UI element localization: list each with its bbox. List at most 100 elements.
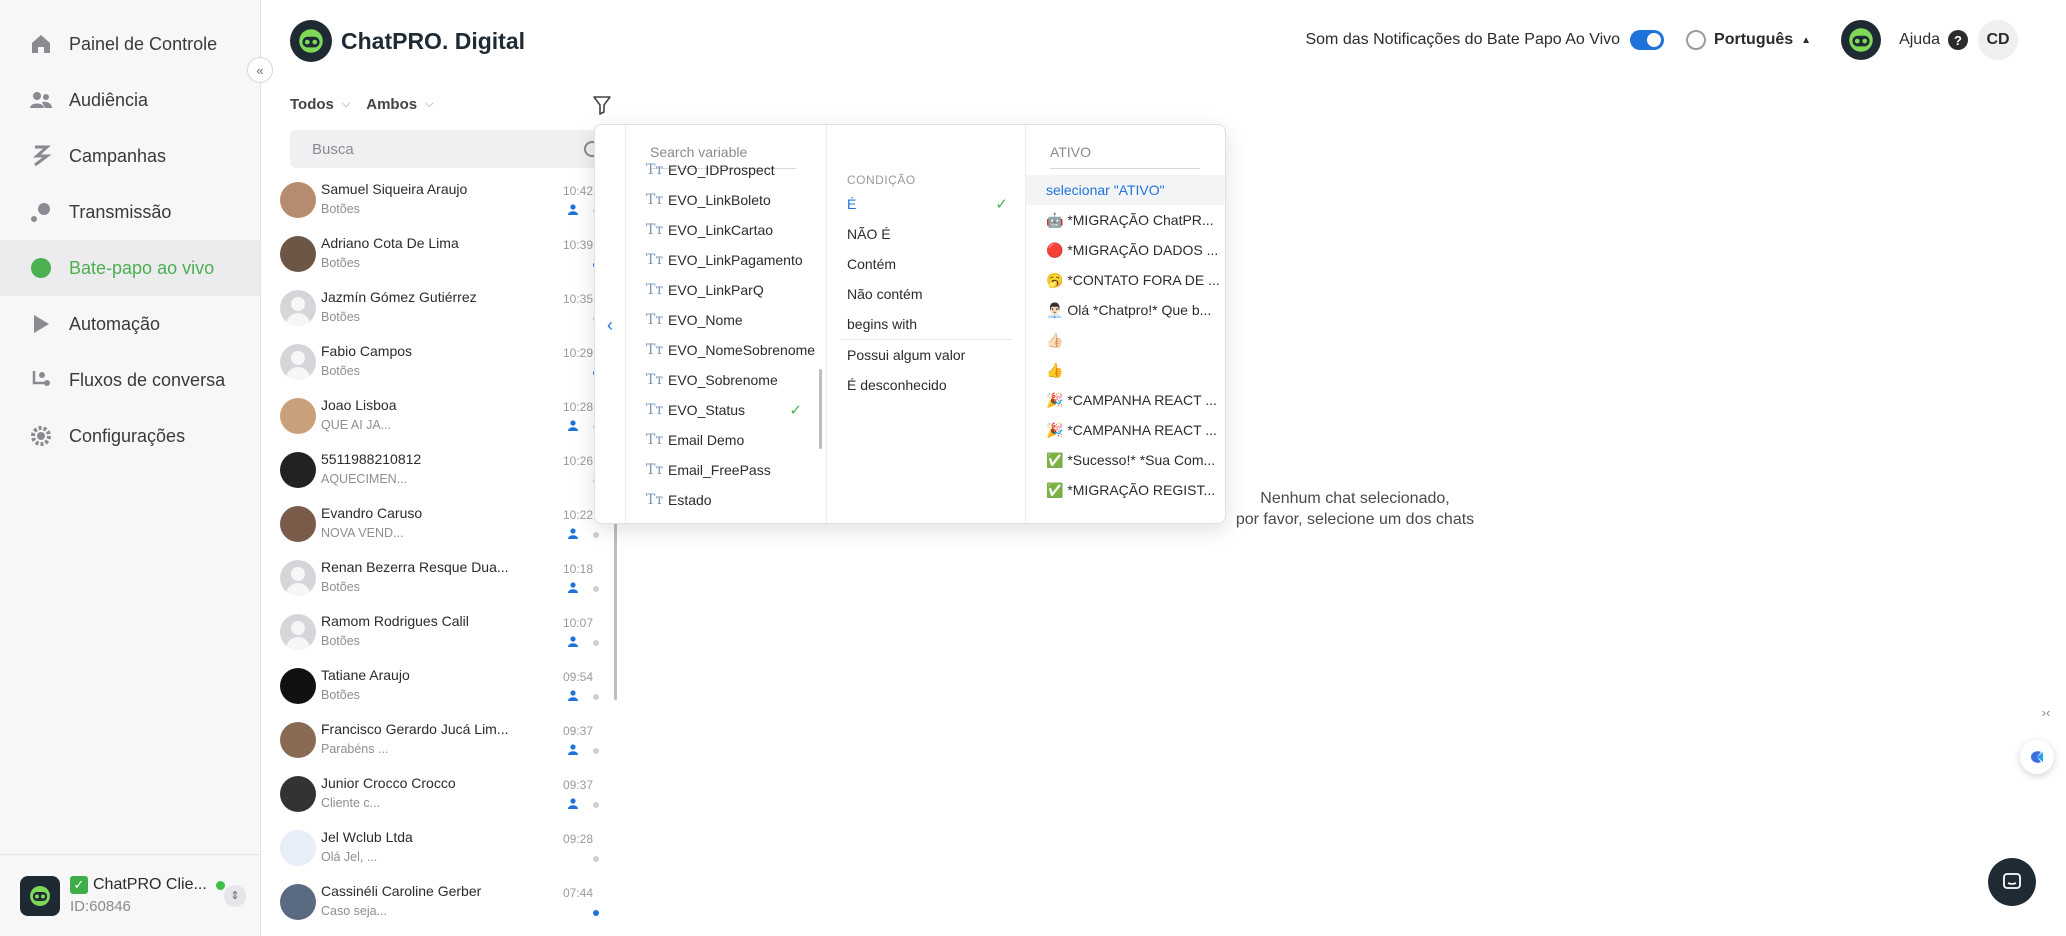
- chat-list-item[interactable]: Ramom Rodrigues Calil Botões 10:07: [278, 607, 602, 661]
- support-chat-button[interactable]: [1988, 858, 2036, 906]
- help-icon[interactable]: ?: [1948, 30, 1968, 50]
- value-list: selecionar "ATIVO" 🤖 *MIGRAÇÃO ChatPR... 🔴…: [1026, 175, 1225, 505]
- avatar-placeholder-icon: [280, 560, 316, 596]
- filter-funnel-icon[interactable]: [592, 94, 612, 116]
- account-expand-icon[interactable]: ⇕: [224, 884, 246, 907]
- chat-list-item[interactable]: Junior Crocco Crocco Cliente c... 09:37: [278, 769, 602, 823]
- message-time: 10:07: [563, 616, 594, 630]
- chat-list-item[interactable]: Cassinéli Caroline Gerber Caso seja... 07:…: [278, 877, 602, 931]
- collapse-sidebar-button[interactable]: «: [247, 57, 273, 83]
- nav-item-campanhas[interactable]: Campanhas: [0, 128, 260, 184]
- chat-list-item[interactable]: Evandro Caruso NOVA VEND... 10:22: [278, 499, 602, 553]
- condition-option[interactable]: NÃO É: [827, 219, 1026, 249]
- value-option[interactable]: ✅ *Sucesso!* *Sua Com...: [1026, 445, 1225, 475]
- variable-option[interactable]: Tт Estado: [626, 485, 816, 515]
- contact-name: Tatiane Araujo: [321, 667, 410, 683]
- empty-chat-state: Nenhum chat selecionado, por favor, sele…: [1190, 488, 1520, 530]
- chat-list-item[interactable]: 5511988210812 AQUECIMEN... 10:26: [278, 445, 602, 499]
- check-icon: ✓: [70, 876, 88, 894]
- last-message-preview: QUE AI JA...: [321, 418, 392, 432]
- bot-avatar[interactable]: [1841, 20, 1882, 60]
- chevron-down-icon[interactable]: ⌵: [425, 98, 433, 111]
- help-link[interactable]: Ajuda: [1899, 31, 1940, 49]
- nav-item-configura-es[interactable]: Configurações: [0, 408, 260, 464]
- message-time: 07:44: [563, 886, 594, 900]
- nav-label: Audiência: [69, 89, 149, 110]
- variable-name: EVO_Sobrenome: [668, 372, 778, 388]
- chevron-down-icon[interactable]: ⌵: [342, 98, 350, 111]
- text-type-icon: Tт: [646, 192, 664, 208]
- nav-item-fluxos-de-conversa[interactable]: Fluxos de conversa: [0, 352, 260, 408]
- variable-option[interactable]: Tт EVO_Sobrenome: [626, 365, 816, 395]
- nav-item-audi-ncia[interactable]: Audiência: [0, 72, 260, 128]
- variable-option[interactable]: Tт EVO_Nome: [626, 305, 816, 335]
- variable-list-scrollbar[interactable]: [819, 369, 822, 449]
- value-option[interactable]: 🤖 *MIGRAÇÃO ChatPR...: [1026, 205, 1225, 235]
- value-option[interactable]: 👍🏻: [1026, 325, 1225, 355]
- text-type-icon: Tт: [646, 402, 664, 418]
- variable-option[interactable]: Tт EVO_LinkParQ: [626, 275, 816, 305]
- assigned-agent-icon: [568, 528, 578, 539]
- nav-item-bate-papo-ao-vivo[interactable]: Bate-papo ao vivo: [0, 240, 260, 296]
- nav-item-painel-de-controle[interactable]: Painel de Controle: [0, 16, 260, 72]
- value-option[interactable]: 👨🏻‍💼 Olá *Chatpro!* Que b...: [1026, 295, 1225, 325]
- condition-option[interactable]: Contém: [827, 249, 1026, 279]
- expand-arrows-icon[interactable]: ›‹: [2034, 700, 2058, 724]
- assistant-widget-icon[interactable]: [2020, 740, 2054, 774]
- account-id: ID:60846: [70, 898, 131, 915]
- condition-option[interactable]: Possui algum valor: [827, 340, 1026, 370]
- contact-name: Jazmín Gómez Gutiérrez: [321, 289, 477, 305]
- type-filter[interactable]: Ambos: [366, 96, 417, 113]
- variable-option[interactable]: Tт EVO_IDProspect: [626, 155, 816, 185]
- user-avatar[interactable]: CD: [1978, 20, 2018, 60]
- avatar-placeholder-icon: [280, 344, 316, 380]
- value-option[interactable]: 👍: [1026, 355, 1225, 385]
- condition-option[interactable]: É desconhecido: [827, 370, 1026, 400]
- notification-sound-toggle[interactable]: [1630, 30, 1665, 50]
- message-time: 10:28: [563, 400, 594, 414]
- chat-search-input[interactable]: Busca: [290, 130, 602, 168]
- avatar: [280, 506, 316, 542]
- variable-option[interactable]: Tт EVO_LinkBoleto: [626, 185, 816, 215]
- language-selector[interactable]: Português ▲: [1686, 30, 1811, 50]
- variable-option[interactable]: Tт Email_FreePass: [626, 455, 816, 485]
- variable-name: Email_FreePass: [668, 462, 771, 478]
- value-option[interactable]: 🥱 *CONTATO FORA DE ...: [1026, 265, 1225, 295]
- chat-list-item[interactable]: Fabio Campos Botões 10:29: [278, 337, 602, 391]
- automation-icon: [28, 311, 54, 337]
- variable-option[interactable]: Tт Email Demo: [626, 425, 816, 455]
- chat-list-item[interactable]: Renan Bezerra Resque Dua... Botões 10:18: [278, 553, 602, 607]
- nav-item-transmiss-o[interactable]: Transmissão: [0, 184, 260, 240]
- value-option[interactable]: 🎉 *CAMPANHA REACT ...: [1026, 415, 1225, 445]
- chat-list-item[interactable]: Adriano Cota De Lima Botões 10:39: [278, 229, 602, 283]
- condition-option[interactable]: Não contém: [827, 279, 1026, 309]
- value-search-input[interactable]: ATIVO: [1050, 135, 1200, 169]
- text-type-icon: Tт: [646, 492, 664, 508]
- last-message-preview: Botões: [321, 634, 360, 648]
- value-option[interactable]: 🎉 *CAMPANHA REACT ...: [1026, 385, 1225, 415]
- status-filter[interactable]: Todos: [290, 96, 334, 113]
- select-search-value-option[interactable]: selecionar "ATIVO": [1026, 175, 1225, 205]
- chat-list-item[interactable]: Samuel Siqueira Araujo Botões 10:42: [278, 175, 602, 229]
- variable-option[interactable]: Tт EVO_Status ✓: [626, 395, 816, 425]
- value-option[interactable]: 🔴 *MIGRAÇÃO DADOS ...: [1026, 235, 1225, 265]
- chat-list-item[interactable]: Francisco Gerardo Jucá Lim... Parabéns ..…: [278, 715, 602, 769]
- account-switcher[interactable]: ✓ ChatPRO Clie... ID:60846 ⇕: [0, 854, 260, 936]
- condition-option[interactable]: É ✓: [827, 189, 1026, 219]
- text-type-icon: Tт: [646, 342, 664, 358]
- chat-list-item[interactable]: Tatiane Araujo Botões 09:54: [278, 661, 602, 715]
- chat-list-item[interactable]: Joao Lisboa QUE AI JA... 10:28: [278, 391, 602, 445]
- nav-item-automa-o[interactable]: Automação: [0, 296, 260, 352]
- chat-list-item[interactable]: Jazmín Gómez Gutiérrez Botões 10:35: [278, 283, 602, 337]
- variable-option[interactable]: Tт EVO_NomeSobrenome: [626, 335, 816, 365]
- variable-option[interactable]: Tт EVO_LinkCartao: [626, 215, 816, 245]
- brand-logo[interactable]: ChatPRO. Digital: [290, 20, 525, 62]
- variable-name: Estado: [668, 492, 712, 508]
- variable-name: EVO_LinkPagamento: [668, 252, 803, 268]
- condition-option[interactable]: begins with: [827, 309, 1026, 339]
- variable-option[interactable]: Tт EVO_LinkPagamento: [626, 245, 816, 275]
- message-time: 10:22: [563, 508, 594, 522]
- chat-list-scrollbar[interactable]: [614, 520, 617, 700]
- chat-list-item[interactable]: Jel Wclub Ltda Olá Jel, ... 09:28: [278, 823, 602, 877]
- chevron-left-icon[interactable]: ‹: [595, 125, 626, 523]
